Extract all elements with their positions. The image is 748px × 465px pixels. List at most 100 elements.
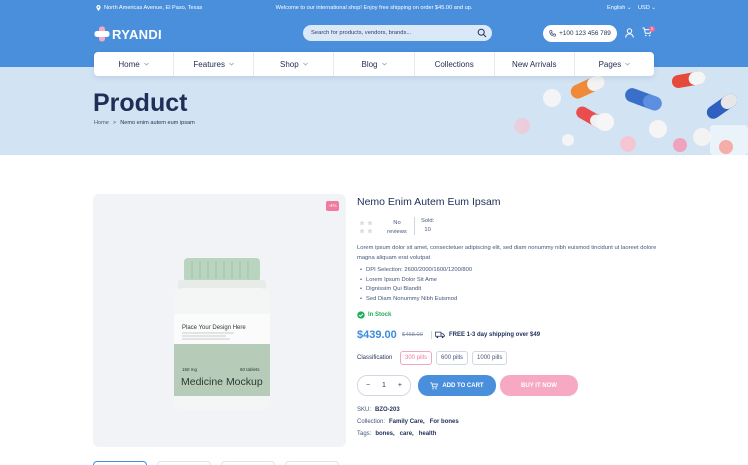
sold-label: Sold: <box>421 218 435 224</box>
discount-badge: -4% <box>326 201 339 211</box>
breadcrumb-separator: > <box>112 120 117 126</box>
phone-button[interactable]: +100 123 456 789 <box>543 25 617 42</box>
page-hero: Product Home > Nemo enim autem eum ipsam <box>0 67 748 155</box>
qty-value[interactable]: 1 <box>382 382 386 389</box>
top-bar: North Americas Avenue, El Paso, Texas We… <box>0 0 748 17</box>
language-selector[interactable]: English ⌄ <box>607 5 632 11</box>
classification-option[interactable]: 300 pills <box>400 351 433 365</box>
buy-now-label: BUY IT NOW <box>521 382 557 389</box>
bottle-label-top: Place Your Design Here <box>182 325 246 331</box>
product-title: Nemo Enim Autem Eum Ipsam <box>357 196 501 208</box>
add-to-cart-label: ADD TO CART <box>442 382 484 389</box>
main-nav: Home Features Shop Blog Collections New Arriv… <box>94 52 654 76</box>
tags-label: Tags: <box>357 431 372 437</box>
feature-item: Lorem Ipsum Dolor Sit Ame <box>360 276 472 286</box>
classification-label: Classification <box>357 355 393 361</box>
welcome-message: Welcome to our international shop! Enjoy… <box>275 5 473 11</box>
buy-now-button[interactable]: BUY IT NOW <box>500 375 578 396</box>
collection-label: Collection: <box>357 419 386 425</box>
bottle-mg-label: 150 mg <box>182 367 198 372</box>
logo[interactable]: RYANDI <box>94 26 162 42</box>
chevron-down-icon <box>625 62 631 66</box>
reviews-count[interactable]: No reviews <box>386 219 408 237</box>
old-price: $458.00 <box>402 332 423 338</box>
language-label: English <box>607 5 626 11</box>
shipping-text: FREE 1-3 day shipping over $49 <box>449 332 541 338</box>
nav-item-home[interactable]: Home <box>94 52 175 76</box>
nav-item-label: Blog <box>361 59 378 69</box>
nav-item-label: Shop <box>280 59 299 69</box>
chevron-down-icon <box>381 62 387 66</box>
sku-label: SKU: <box>357 407 372 413</box>
breadcrumb: Home > Nemo enim autem eum ipsam <box>94 120 195 126</box>
sku-row: SKU: BZO-203 <box>357 407 400 413</box>
check-circle-icon <box>357 311 365 319</box>
sold-count: Sold: 10 <box>414 217 434 235</box>
sold-value: 10 <box>424 227 431 233</box>
qty-decrease-button[interactable]: − <box>366 382 370 389</box>
star-icon <box>359 220 365 226</box>
search-icon[interactable] <box>477 28 487 38</box>
nav-item-label: Features <box>193 59 225 69</box>
star-icon <box>367 220 373 226</box>
chevron-down-icon <box>229 62 234 66</box>
product-price: $439.00 <box>357 329 397 341</box>
truck-icon <box>435 331 445 339</box>
bottle-tablets-label: 60 tablets <box>240 367 260 372</box>
tag-links[interactable]: bones, care, health <box>375 431 436 437</box>
collection-links[interactable]: Family Care, For bones <box>389 419 459 425</box>
nav-item-label: New Arrivals <box>512 59 557 69</box>
thumbnail[interactable] <box>93 461 147 465</box>
reviews-line-2: reviews <box>387 229 407 235</box>
feature-item: DPI Selection: 2600/2000/1600/1200/800 <box>360 266 472 276</box>
collection-row: Collection: Family Care, For bones <box>357 419 459 425</box>
tags-row: Tags: bones, care, health <box>357 431 436 437</box>
search-input[interactable]: Search for products, vendors, brands... <box>303 25 492 41</box>
breadcrumb-home-link[interactable]: Home <box>94 120 109 126</box>
sku-value: BZO-203 <box>375 407 400 413</box>
quantity-stepper[interactable]: − 1 + <box>357 375 411 396</box>
nav-item-features[interactable]: Features <box>174 52 255 76</box>
star-icon <box>367 228 373 234</box>
chevron-down-icon <box>143 62 149 66</box>
classification-option[interactable]: 1000 pills <box>472 351 508 365</box>
feature-item: Dignissim Qui Blandit <box>360 285 472 295</box>
classification-option[interactable]: 600 pills <box>436 351 469 365</box>
thumbnail[interactable] <box>285 461 339 465</box>
nav-item-label: Home <box>118 59 140 69</box>
thumbnail[interactable] <box>157 461 211 465</box>
medical-cross-logo-icon <box>94 26 110 42</box>
currency-selector[interactable]: USD ⌄ <box>638 5 656 11</box>
cart-icon <box>430 381 439 389</box>
qty-increase-button[interactable]: + <box>398 382 402 389</box>
rating-stars <box>359 220 377 234</box>
shipping-info: FREE 1-3 day shipping over $49 <box>431 331 540 339</box>
pills-hero-image <box>440 67 748 155</box>
nav-item-blog[interactable]: Blog <box>334 52 415 76</box>
currency-label: USD <box>638 5 650 11</box>
breadcrumb-current: Nemo enim autem eum ipsam <box>120 120 195 126</box>
classification-options: 300 pills 600 pills 1000 pills <box>400 351 508 365</box>
nav-item-new-arrivals[interactable]: New Arrivals <box>495 52 575 76</box>
star-icon <box>359 228 365 234</box>
phone-icon <box>549 30 556 37</box>
phone-number: +100 123 456 789 <box>559 30 611 37</box>
chevron-down-icon <box>302 62 308 66</box>
chevron-down-icon: ⌄ <box>626 5 632 11</box>
page-title: Product <box>93 89 188 117</box>
chevron-down-icon: ⌄ <box>651 5 657 11</box>
add-to-cart-button[interactable]: ADD TO CART <box>418 375 496 396</box>
logo-text: RYANDI <box>112 26 162 42</box>
nav-item-shop[interactable]: Shop <box>254 52 335 76</box>
nav-item-label: Pages <box>598 59 622 69</box>
user-icon[interactable] <box>625 28 634 38</box>
bottle-label-main: Medicine Mockup <box>181 376 263 388</box>
nav-item-collections[interactable]: Collections <box>415 52 495 76</box>
cart-count-badge: 0 <box>649 26 655 32</box>
feature-item: Sed Diam Nonummy Nibh Euismod <box>360 295 472 305</box>
feature-list: DPI Selection: 2600/2000/1600/1200/800Lo… <box>360 266 472 304</box>
medicine-bottle-image: Place Your Design Here 150 mg 60 tablets… <box>174 258 270 410</box>
thumbnail[interactable] <box>221 461 275 465</box>
nav-item-pages[interactable]: Pages <box>575 52 654 76</box>
product-description: Lorem ipsum dolor sit amet, consectetuer… <box>357 245 657 261</box>
